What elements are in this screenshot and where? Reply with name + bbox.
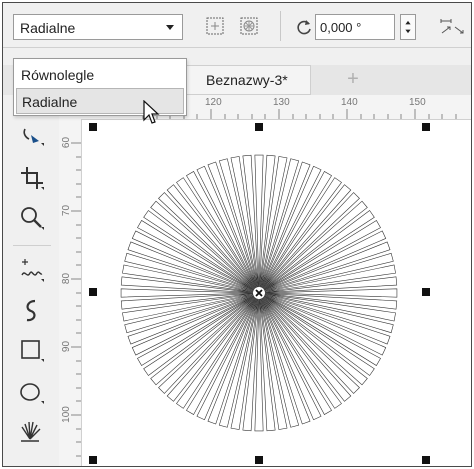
option-label: Równolegle [21,67,95,83]
starburst-ray [264,220,381,291]
vertical-ruler: 60 70 80 90 100 [59,119,82,466]
ruler-label: 140 [341,97,358,108]
starburst-ray [263,296,360,394]
starburst-ray [261,171,332,288]
chevron-down-icon [166,25,174,30]
selection-handle[interactable] [422,123,430,131]
selection-handle[interactable] [89,288,97,296]
add-tab-button[interactable]: + [342,68,364,90]
rectangle-tool-icon[interactable] [17,335,47,365]
ruler-label: 90 [61,340,73,353]
shape-tool-icon[interactable] [17,119,47,149]
selection-handle[interactable] [422,288,430,296]
fill-type-select[interactable]: Radialne [13,14,183,40]
radial-starburst-object[interactable] [82,120,471,467]
zoom-tool-icon[interactable] [17,203,47,233]
artistic-media-icon[interactable] [17,295,47,325]
starburst-ray [186,171,257,288]
selection-handle[interactable] [89,123,97,131]
dropdown-option-parallel[interactable]: Równolegle [16,62,184,88]
starburst-ray [186,298,257,415]
starburst-ray [137,220,254,291]
interactive-fill-icon[interactable] [17,417,47,447]
selection-handle[interactable] [422,456,430,464]
crop-tool-icon[interactable] [17,163,47,193]
ruler-label: 100 [60,406,72,423]
starburst-ray [137,295,254,366]
grid-fill-button[interactable] [205,16,225,36]
selection-handle[interactable] [255,123,263,131]
rotation-input[interactable]: 0,000 ° [315,14,395,40]
starburst-ray [262,192,360,289]
rotation-spinner[interactable] [400,14,416,40]
starburst-ray [158,297,256,394]
ruler-label: 80 [61,272,73,285]
rotate-icon [297,20,311,35]
toolbox-separator [13,245,51,246]
property-bar: Radialne 0,000 ° [3,3,471,48]
freehand-tool-icon[interactable] [17,255,47,285]
ruler-label: 150 [409,97,426,108]
selection-handle[interactable] [255,456,263,464]
drawing-canvas[interactable] [82,120,471,467]
starburst-ray [261,298,332,415]
mirror-icon[interactable] [437,15,467,39]
ruler-label: 70 [61,204,73,217]
app-window: Radialne 0,000 ° Beznazwy-3* + 120 130 1… [2,2,472,467]
tab-document[interactable]: Beznazwy-3* [183,65,311,95]
radial-grid-button[interactable] [239,16,259,36]
mouse-cursor-icon [143,100,160,124]
option-label: Radialne [22,94,78,110]
tab-document-label: Beznazwy-3* [206,72,288,88]
starburst-ray [158,192,255,290]
rotation-value: 0,000 ° [320,20,362,35]
toolbox [3,95,59,466]
toolbar-separator [280,11,281,41]
center-marker[interactable] [255,289,263,297]
starburst-ray [264,295,381,366]
ruler-label: 120 [205,97,222,108]
ruler-label: 60 [61,136,73,149]
selection-handle[interactable] [89,456,97,464]
ruler-label: 130 [273,97,290,108]
ellipse-tool-icon[interactable] [17,377,47,407]
fill-type-value: Radialne [20,20,76,36]
